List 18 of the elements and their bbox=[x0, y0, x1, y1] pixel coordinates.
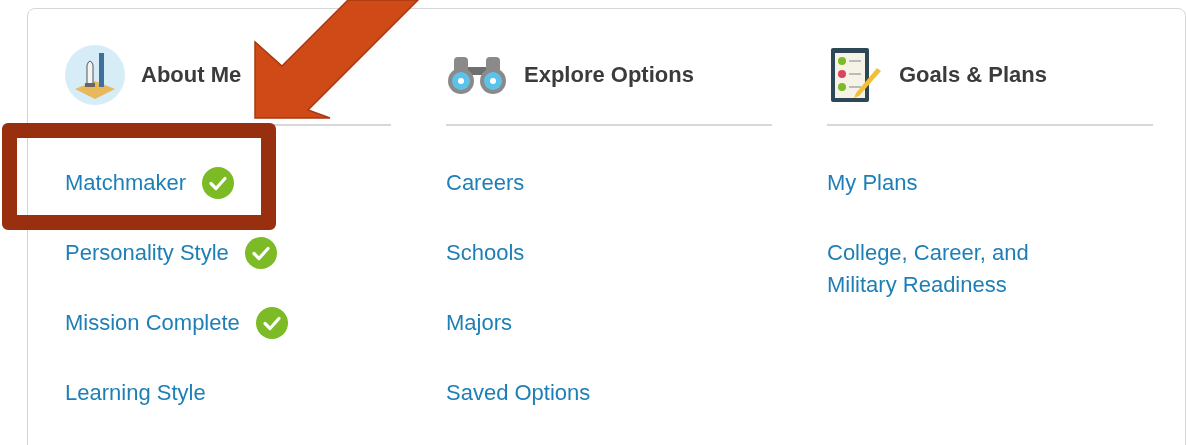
menu-link[interactable]: Saved Options bbox=[446, 377, 591, 409]
rocket-launch-icon bbox=[65, 44, 125, 105]
menu-link[interactable]: Schools bbox=[446, 237, 525, 269]
check-circle-icon bbox=[255, 307, 288, 339]
menu-link[interactable]: Majors bbox=[446, 307, 512, 339]
section-heading: Goals & Plans bbox=[899, 61, 1047, 89]
menu-link[interactable]: Personality Style bbox=[65, 237, 229, 269]
menu-link[interactable]: Mission Complete bbox=[65, 307, 240, 339]
check-circle-icon bbox=[202, 167, 235, 199]
check-circle-icon bbox=[244, 237, 277, 269]
menu-link[interactable]: Matchmaker bbox=[65, 167, 187, 199]
menu-link[interactable]: Learning Style bbox=[65, 377, 206, 409]
menu-link[interactable]: My Plans bbox=[827, 167, 918, 199]
binoculars-icon bbox=[446, 54, 508, 95]
section-heading: About Me bbox=[141, 61, 242, 89]
menu-link[interactable]: Careers bbox=[446, 167, 525, 199]
section-heading: Explore Options bbox=[524, 61, 694, 89]
menu-link[interactable]: College, Career, and Military Readiness bbox=[827, 237, 1087, 301]
